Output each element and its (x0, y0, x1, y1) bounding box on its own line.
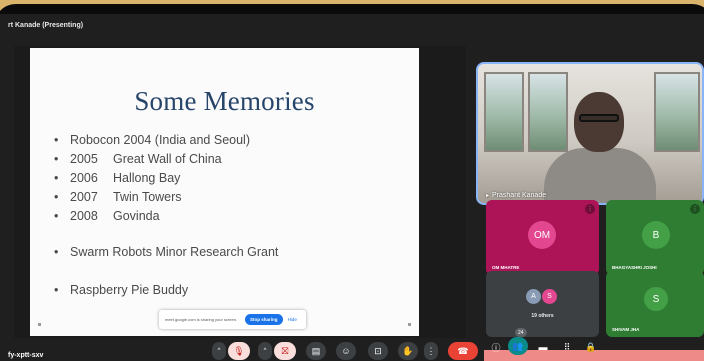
raise-hand-button[interactable]: ✋ (398, 342, 418, 360)
list-item: • Raspberry Pie Buddy (54, 283, 278, 302)
background-window (484, 72, 524, 152)
activities-icon: ⠿ (563, 341, 571, 352)
slide-title: Some Memories (134, 86, 315, 116)
captions-icon: ▤ (311, 345, 321, 356)
more-options-icon[interactable]: ⋮ (690, 204, 700, 214)
participant-tile-om[interactable]: OM ⋮ OM MHATRE (486, 200, 599, 275)
bullet-text: Swarm Robots Minor Research Grant (70, 245, 279, 259)
bullet-dot: • (54, 171, 59, 185)
activities-button[interactable]: ⠿ (560, 340, 574, 354)
bullet-dot: • (54, 152, 59, 166)
background-window (528, 72, 568, 152)
participant-head (574, 92, 624, 152)
meeting-code: fy-xptt-sxv (8, 352, 44, 359)
participant-name-label: ▸ Prashant Kanade (486, 192, 546, 199)
participant-name: OM MHATRE (492, 265, 520, 270)
participant-name: BHAGYASHRI JOSHI (612, 265, 657, 270)
chat-button[interactable]: ▬ (536, 340, 550, 354)
presentation-area: Some Memories • Robocon 2004 (India and … (14, 46, 466, 338)
bullet-dot: • (54, 133, 59, 147)
window-title: rt Kanade (Presenting) (8, 22, 84, 29)
slide-corner-mark (408, 323, 411, 326)
more-options-button[interactable]: ⋮ (424, 342, 438, 360)
bullet-text: Twin Towers (113, 190, 182, 204)
bullet-year: 2007 (70, 190, 98, 204)
stop-sharing-button[interactable]: Stop sharing (245, 314, 283, 325)
more-vert-icon: ⋮ (426, 345, 436, 356)
avatar: B (642, 221, 670, 249)
list-item: • Robocon 2004 (India and Seoul) (54, 133, 278, 152)
meet-window: rt Kanade (Presenting) Some Memories • R… (0, 14, 704, 361)
others-tile[interactable]: A S 19 others (486, 271, 599, 337)
bullet-text: Govinda (113, 209, 160, 223)
bullet-text: Great Wall of China (113, 152, 222, 166)
emoji-icon: ☺ (341, 346, 351, 356)
leave-call-button[interactable]: ☎ (448, 342, 478, 360)
bullet-dot: • (54, 190, 59, 204)
avatar: OM (528, 221, 556, 249)
bullet-dot: • (54, 245, 59, 259)
hide-button[interactable]: Hide (288, 317, 297, 322)
avatar: S (644, 287, 668, 311)
bullet-text: Raspberry Pie Buddy (70, 283, 189, 297)
participant-name: SHIVAM JHA (612, 327, 640, 332)
people-count-badge: 24 (515, 328, 527, 337)
mic-off-icon: 🎙 (233, 345, 245, 356)
bullet-year: 2008 (70, 209, 98, 223)
avatar: A (526, 289, 541, 304)
screen-share-notice: meet.google.com is sharing your screen. … (159, 310, 306, 329)
chevron-up-icon: ^ (217, 348, 221, 354)
bullet-dot: • (54, 209, 59, 223)
meeting-info-button[interactable]: ⓘ (489, 340, 503, 354)
camera-button[interactable]: ⛝ (274, 342, 296, 360)
slide-bullets: • Robocon 2004 (India and Seoul) • 2005 … (54, 133, 278, 302)
participant-name: Prashant Kanade (492, 192, 547, 199)
present-button[interactable]: ⊡ (368, 342, 388, 360)
bullet-dot: • (54, 283, 59, 297)
chevron-up-icon: ^ (263, 348, 267, 354)
audio-settings-button[interactable]: ^ (212, 342, 226, 360)
bullet-year: 2005 (70, 152, 98, 166)
video-settings-button[interactable]: ^ (258, 342, 272, 360)
list-item: • Swarm Robots Minor Research Grant (54, 245, 278, 264)
bullet-text: Robocon 2004 (India and Seoul) (70, 133, 250, 147)
background-window (654, 72, 700, 152)
presenting-icon: ▸ (486, 193, 490, 199)
bullet-text: Hallong Bay (113, 171, 181, 185)
list-item: • 2006 Hallong Bay (54, 171, 278, 190)
lock-icon: 🔒 (585, 341, 597, 352)
others-count: 19 others (531, 313, 554, 319)
people-button[interactable]: 👥 (508, 337, 528, 355)
chat-icon: ▬ (538, 342, 548, 352)
captions-button[interactable]: ▤ (306, 342, 326, 360)
host-controls-button[interactable]: 🔒 (584, 340, 598, 354)
people-icon: 👥 (512, 340, 524, 351)
participant-tile-shivam[interactable]: S SHIVAM JHA (606, 271, 704, 337)
participant-body (544, 148, 656, 203)
list-item: • 2007 Twin Towers (54, 190, 278, 209)
camera-off-icon: ⛝ (281, 345, 289, 356)
list-item: • 2008 Govinda (54, 209, 278, 228)
bullet-year: 2006 (70, 171, 98, 185)
hand-icon: ✋ (402, 345, 414, 356)
main-participant-tile[interactable]: ▸ Prashant Kanade (476, 62, 704, 205)
slide-corner-mark (38, 323, 41, 326)
present-screen-icon: ⊡ (374, 345, 382, 356)
info-icon: ⓘ (491, 342, 501, 353)
list-item: • 2005 Great Wall of China (54, 152, 278, 171)
avatar: S (542, 289, 557, 304)
participant-tile-bhagyashri[interactable]: B ⋮ BHAGYASHRI JOSHI (606, 200, 704, 275)
emoji-button[interactable]: ☺ (336, 342, 356, 360)
share-message: meet.google.com is sharing your screen. (165, 317, 238, 322)
participant-glasses (579, 114, 619, 122)
hangup-icon: ☎ (457, 345, 469, 356)
slide: Some Memories • Robocon 2004 (India and … (30, 48, 419, 336)
more-options-icon[interactable]: ⋮ (585, 204, 595, 214)
microphone-button[interactable]: 🎙 (228, 342, 250, 360)
